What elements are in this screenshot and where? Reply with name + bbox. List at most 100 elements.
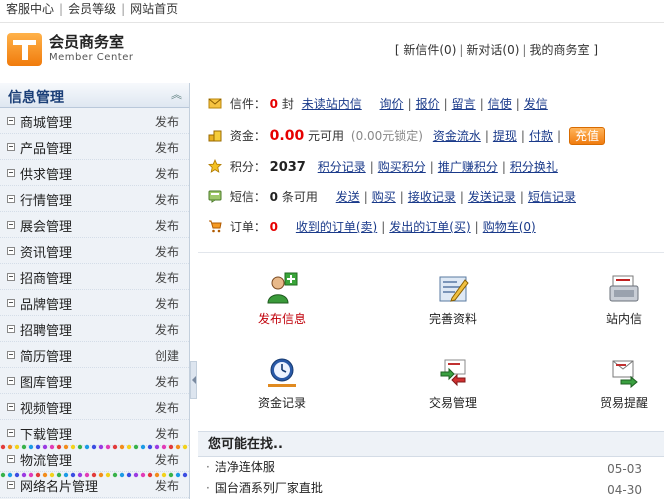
suggestion-item[interactable]: · 国台酒系列厂家直批 04-30	[198, 478, 664, 499]
sidebar-item-action[interactable]: 发布	[155, 113, 179, 130]
promote-points-link[interactable]: 推广赚积分	[438, 160, 498, 174]
new-letters-link[interactable]: 新信件(0)	[403, 43, 456, 57]
shortcut-trade-alert[interactable]: 贸易提醒	[569, 356, 664, 411]
sidebar-toggle-handle[interactable]	[190, 361, 197, 399]
quote-link[interactable]: 报价	[416, 97, 440, 111]
collapse-box-icon[interactable]	[7, 481, 15, 489]
sidebar-item-label[interactable]: 物流管理	[20, 450, 72, 469]
sms-buy-link[interactable]: 购买	[372, 190, 396, 204]
sidebar-item-action[interactable]: 发布	[155, 269, 179, 286]
collapse-box-icon[interactable]	[7, 351, 15, 359]
my-office-link[interactable]: 我的商务室	[529, 43, 589, 57]
messenger-link[interactable]: 信使	[488, 97, 512, 111]
sidebar-item-action[interactable]: 发布	[155, 321, 179, 338]
sidebar-item-action[interactable]: 发布	[155, 451, 179, 468]
sidebar-item[interactable]: 资讯管理 发布	[0, 238, 189, 264]
sms-received-link[interactable]: 接收记录	[408, 190, 456, 204]
sidebar-item[interactable]: 视频管理 发布	[0, 394, 189, 420]
withdraw-link[interactable]: 提现	[493, 129, 517, 143]
sidebar-item[interactable]: 展会管理 发布	[0, 212, 189, 238]
sidebar-item-label[interactable]: 资讯管理	[20, 242, 72, 261]
send-mail-link[interactable]: 发信	[524, 97, 548, 111]
sidebar-item-label[interactable]: 招商管理	[20, 268, 72, 287]
message-link[interactable]: 留言	[452, 97, 476, 111]
top-link-member-level[interactable]: 会员等级	[68, 2, 116, 16]
points-record-link[interactable]: 积分记录	[318, 160, 366, 174]
sidebar-item-label[interactable]: 视频管理	[20, 398, 72, 417]
pay-link[interactable]: 付款	[529, 129, 553, 143]
collapse-box-icon[interactable]	[7, 325, 15, 333]
recharge-button[interactable]: 充值	[569, 127, 606, 145]
sidebar-item-label[interactable]: 产品管理	[20, 138, 72, 157]
sidebar-item[interactable]: 行情管理 发布	[0, 186, 189, 212]
collapse-box-icon[interactable]	[7, 195, 15, 203]
shortcut-profile[interactable]: 完善资料	[398, 272, 508, 327]
collapse-box-icon[interactable]	[7, 403, 15, 411]
sidebar-item-action[interactable]: 发布	[155, 165, 179, 182]
shortcut-inbox[interactable]: 站内信	[569, 272, 664, 327]
sidebar-item[interactable]: 简历管理 创建	[0, 342, 189, 368]
collapse-box-icon[interactable]	[7, 455, 15, 463]
shortcut-trade[interactable]: 交易管理	[398, 356, 508, 411]
top-link-service[interactable]: 客服中心	[6, 2, 54, 16]
shortcut-funds-record[interactable]: 资金记录	[227, 356, 337, 411]
sidebar-item-label[interactable]: 展会管理	[20, 216, 72, 235]
funds-flow-link[interactable]: 资金流水	[433, 129, 481, 143]
sidebar-item-label[interactable]: 品牌管理	[20, 294, 72, 313]
collapse-box-icon[interactable]	[7, 143, 15, 151]
sidebar-item-label[interactable]: 行情管理	[20, 190, 72, 209]
collapse-box-icon[interactable]	[7, 117, 15, 125]
sidebar-item-label[interactable]: 下载管理	[20, 424, 72, 443]
collapse-box-icon[interactable]	[7, 377, 15, 385]
suggestion-text[interactable]: 洁净连体服	[215, 460, 275, 474]
collapse-box-icon[interactable]	[7, 169, 15, 177]
sidebar-item-action[interactable]: 发布	[155, 373, 179, 390]
sidebar-item[interactable]: 商城管理 发布	[0, 108, 189, 134]
sidebar-item-action[interactable]: 发布	[155, 217, 179, 234]
suggestion-text[interactable]: 国台酒系列厂家直批	[215, 481, 323, 495]
sidebar-item[interactable]: 网络名片管理 发布	[0, 472, 189, 498]
sidebar-item-action[interactable]: 创建	[155, 347, 179, 364]
sidebar-item[interactable]: 下载管理 发布	[0, 420, 189, 446]
collapse-box-icon[interactable]	[7, 299, 15, 307]
sidebar-item[interactable]: 招聘管理 发布	[0, 316, 189, 342]
collapse-box-icon[interactable]	[7, 247, 15, 255]
new-chats-link[interactable]: 新对话(0)	[466, 43, 519, 57]
redeem-points-link[interactable]: 积分换礼	[510, 160, 558, 174]
sidebar-item[interactable]: 招商管理 发布	[0, 264, 189, 290]
sidebar-item[interactable]: 物流管理 发布	[0, 446, 189, 472]
sidebar-item-label[interactable]: 招聘管理	[20, 320, 72, 339]
sidebar-item-action[interactable]: 发布	[155, 243, 179, 260]
sidebar-item-label[interactable]: 图库管理	[20, 372, 72, 391]
sidebar-item[interactable]: 产品管理 发布	[0, 134, 189, 160]
collapse-box-icon[interactable]	[7, 429, 15, 437]
sidebar-item-label[interactable]: 简历管理	[20, 346, 72, 365]
collapse-icon[interactable]: ︽	[171, 89, 182, 101]
sidebar-item[interactable]: 图库管理 发布	[0, 368, 189, 394]
top-link-home[interactable]: 网站首页	[130, 2, 178, 16]
sidebar-item-action[interactable]: 发布	[155, 191, 179, 208]
sidebar-item-action[interactable]: 发布	[155, 425, 179, 442]
sidebar-item-label[interactable]: 商城管理	[20, 112, 72, 131]
inquiry-link[interactable]: 询价	[380, 97, 404, 111]
unread-mail-link[interactable]: 未读站内信	[302, 97, 362, 111]
buy-points-link[interactable]: 购买积分	[378, 160, 426, 174]
sidebar-item-action[interactable]: 发布	[155, 399, 179, 416]
sidebar-item-action[interactable]: 发布	[155, 295, 179, 312]
sms-sent-link[interactable]: 发送记录	[468, 190, 516, 204]
sidebar-item-action[interactable]: 发布	[155, 477, 179, 494]
suggestion-item[interactable]: · 洁净连体服 05-03	[198, 457, 664, 478]
received-orders-link[interactable]: 收到的订单(卖)	[296, 220, 377, 234]
sidebar-item[interactable]: 供求管理 发布	[0, 160, 189, 186]
sidebar-item[interactable]: 品牌管理 发布	[0, 290, 189, 316]
collapse-box-icon[interactable]	[7, 273, 15, 281]
sidebar-item-label[interactable]: 网络名片管理	[20, 476, 98, 495]
sidebar-item-action[interactable]: 发布	[155, 139, 179, 156]
collapse-box-icon[interactable]	[7, 221, 15, 229]
shortcut-publish[interactable]: 发布信息	[227, 272, 337, 327]
shopping-cart-link[interactable]: 购物车(0)	[483, 220, 536, 234]
sms-records-link[interactable]: 短信记录	[528, 190, 576, 204]
sidebar-item-label[interactable]: 供求管理	[20, 164, 72, 183]
sms-send-link[interactable]: 发送	[336, 190, 360, 204]
sent-orders-link[interactable]: 发出的订单(买)	[389, 220, 470, 234]
